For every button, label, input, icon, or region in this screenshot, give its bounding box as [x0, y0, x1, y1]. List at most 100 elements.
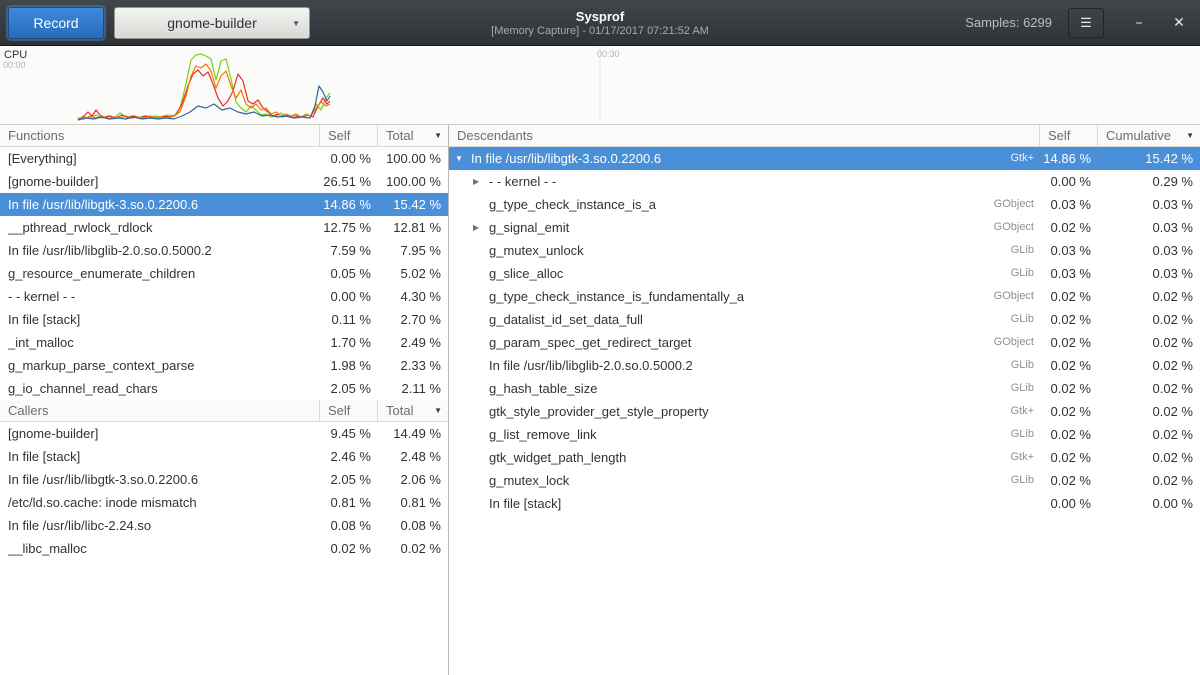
- cumulative-percent: 0.02 %: [1098, 331, 1200, 354]
- function-name: [gnome-builder]: [0, 170, 320, 193]
- self-percent: 0.00 %: [320, 147, 378, 170]
- self-percent: 0.00 %: [1040, 492, 1098, 515]
- time-tick-start: 00:00: [3, 60, 26, 70]
- column-header-total[interactable]: Total ▼: [378, 125, 448, 146]
- tree-row[interactable]: gtk_widget_path_lengthGtk+0.02 %0.02 %: [449, 446, 1200, 469]
- table-row[interactable]: [Everything]0.00 %100.00 %: [0, 147, 448, 170]
- tree-row[interactable]: g_datalist_id_set_data_fullGLib0.02 %0.0…: [449, 308, 1200, 331]
- tree-row[interactable]: gtk_style_provider_get_style_propertyGtk…: [449, 400, 1200, 423]
- table-row[interactable]: _int_malloc1.70 %2.49 %: [0, 331, 448, 354]
- tree-row[interactable]: g_list_remove_linkGLib0.02 %0.02 %: [449, 423, 1200, 446]
- column-header-self[interactable]: Self: [1040, 125, 1098, 146]
- self-percent: 0.02 %: [1040, 377, 1098, 400]
- tree-row[interactable]: ▶g_signal_emitGObject0.02 %0.03 %: [449, 216, 1200, 239]
- sort-indicator-icon: ▼: [1186, 131, 1194, 140]
- tree-row[interactable]: g_hash_table_sizeGLib0.02 %0.02 %: [449, 377, 1200, 400]
- total-percent: 2.11 %: [378, 377, 448, 400]
- self-percent: 0.02 %: [1040, 285, 1098, 308]
- column-label: Total: [386, 403, 413, 418]
- column-header-self[interactable]: Self: [320, 125, 378, 146]
- self-percent: 0.81 %: [320, 491, 378, 514]
- table-row[interactable]: /etc/ld.so.cache: inode mismatch0.81 %0.…: [0, 491, 448, 514]
- cumulative-percent: 0.02 %: [1098, 400, 1200, 423]
- descendants-header: Descendants Self Cumulative ▼: [449, 125, 1200, 147]
- self-percent: 0.02 %: [1040, 354, 1098, 377]
- column-label: Self: [1048, 128, 1070, 143]
- descendant-name-cell: In file [stack]: [449, 492, 1040, 515]
- table-row[interactable]: In file /usr/lib/libgtk-3.so.0.2200.6 2.0…: [0, 468, 448, 491]
- descendant-name-cell: gtk_style_provider_get_style_propertyGtk…: [449, 400, 1040, 423]
- column-header-self[interactable]: Self: [320, 400, 378, 421]
- table-row[interactable]: In file [stack]0.11 %2.70 %: [0, 308, 448, 331]
- category-label: Gtk+: [1010, 446, 1040, 469]
- table-row[interactable]: In file /usr/lib/libc-2.24.so0.08 %0.08 …: [0, 514, 448, 537]
- total-percent: 2.06 %: [378, 468, 448, 491]
- cumulative-percent: 0.03 %: [1098, 262, 1200, 285]
- tree-row[interactable]: g_type_check_instance_is_fundamentally_a…: [449, 285, 1200, 308]
- table-row[interactable]: In file /usr/lib/libglib-2.0.so.0.5000.2…: [0, 239, 448, 262]
- table-row[interactable]: In file /usr/lib/libgtk-3.so.0.2200.614.…: [0, 193, 448, 216]
- column-header-descendants[interactable]: Descendants: [449, 125, 1040, 146]
- total-percent: 0.02 %: [378, 537, 448, 560]
- tree-row[interactable]: g_mutex_lockGLib0.02 %0.02 %: [449, 469, 1200, 492]
- tree-row[interactable]: ▼In file /usr/lib/libgtk-3.so.0.2200.6Gt…: [449, 147, 1200, 170]
- minimize-button[interactable]: –: [1126, 10, 1152, 36]
- process-selector-dropdown[interactable]: gnome-builder ▼: [114, 7, 310, 39]
- expander-collapsed-icon[interactable]: ▶: [473, 216, 489, 239]
- cumulative-percent: 0.02 %: [1098, 285, 1200, 308]
- total-percent: 2.33 %: [378, 354, 448, 377]
- descendant-name: g_type_check_instance_is_a: [489, 193, 656, 216]
- table-row[interactable]: __pthread_rwlock_rdlock12.75 %12.81 %: [0, 216, 448, 239]
- function-name: In file [stack]: [0, 445, 320, 468]
- close-button[interactable]: ✕: [1166, 10, 1192, 36]
- total-percent: 15.42 %: [378, 193, 448, 216]
- table-row[interactable]: g_markup_parse_context_parse1.98 %2.33 %: [0, 354, 448, 377]
- self-percent: 0.02 %: [1040, 446, 1098, 469]
- table-row[interactable]: [gnome-builder]9.45 %14.49 %: [0, 422, 448, 445]
- category-label: GObject: [994, 331, 1040, 354]
- column-header-total[interactable]: Total ▼: [378, 400, 448, 421]
- table-row[interactable]: __libc_malloc0.02 %0.02 %: [0, 537, 448, 560]
- column-header-callers[interactable]: Callers: [0, 400, 320, 421]
- cpu-timeline[interactable]: CPU 00:00 00:30: [0, 46, 1200, 125]
- expander-expanded-icon[interactable]: ▼: [455, 147, 471, 170]
- self-percent: 0.02 %: [1040, 331, 1098, 354]
- self-percent: 0.05 %: [320, 262, 378, 285]
- sort-indicator-icon: ▼: [434, 406, 442, 415]
- function-name: In file /usr/lib/libgtk-3.so.0.2200.6: [0, 468, 320, 491]
- self-percent: 1.70 %: [320, 331, 378, 354]
- hamburger-menu-button[interactable]: ☰: [1068, 8, 1104, 38]
- descendant-name: g_signal_emit: [489, 216, 569, 239]
- descendant-name-cell: ▶- - kernel - -: [449, 170, 1040, 193]
- tree-row[interactable]: ▶- - kernel - -0.00 %0.29 %: [449, 170, 1200, 193]
- self-percent: 12.75 %: [320, 216, 378, 239]
- expander-collapsed-icon[interactable]: ▶: [473, 170, 489, 193]
- functions-header: Functions Self Total ▼: [0, 125, 448, 147]
- record-button[interactable]: Record: [8, 7, 104, 39]
- table-row[interactable]: [gnome-builder]26.51 %100.00 %: [0, 170, 448, 193]
- descendant-name: g_mutex_lock: [489, 469, 569, 492]
- tree-row[interactable]: g_slice_allocGLib0.03 %0.03 %: [449, 262, 1200, 285]
- cumulative-percent: 0.02 %: [1098, 469, 1200, 492]
- column-header-functions[interactable]: Functions: [0, 125, 320, 146]
- function-name: In file /usr/lib/libglib-2.0.so.0.5000.2: [0, 239, 320, 262]
- descendant-name-cell: g_slice_allocGLib: [449, 262, 1040, 285]
- table-row[interactable]: In file [stack]2.46 %2.48 %: [0, 445, 448, 468]
- window-subtitle: [Memory Capture] - 01/17/2017 07:21:52 A…: [491, 25, 709, 37]
- descendant-name-cell: gtk_widget_path_lengthGtk+: [449, 446, 1040, 469]
- tree-row[interactable]: In file /usr/lib/libglib-2.0.so.0.5000.2…: [449, 354, 1200, 377]
- tree-row[interactable]: g_mutex_unlockGLib0.03 %0.03 %: [449, 239, 1200, 262]
- tree-row[interactable]: g_param_spec_get_redirect_targetGObject0…: [449, 331, 1200, 354]
- table-row[interactable]: - - kernel - -0.00 %4.30 %: [0, 285, 448, 308]
- tree-row[interactable]: g_type_check_instance_is_aGObject0.03 %0…: [449, 193, 1200, 216]
- cumulative-percent: 0.02 %: [1098, 354, 1200, 377]
- table-row[interactable]: g_io_channel_read_chars2.05 %2.11 %: [0, 377, 448, 400]
- function-name: In file [stack]: [0, 308, 320, 331]
- process-selector-label: gnome-builder: [167, 15, 257, 31]
- tree-row[interactable]: In file [stack]0.00 %0.00 %: [449, 492, 1200, 515]
- category-label: GLib: [1011, 469, 1040, 492]
- table-row[interactable]: g_resource_enumerate_children0.05 %5.02 …: [0, 262, 448, 285]
- column-header-cumulative[interactable]: Cumulative ▼: [1098, 125, 1200, 146]
- cumulative-percent: 0.29 %: [1098, 170, 1200, 193]
- right-pane: Descendants Self Cumulative ▼ ▼In file /…: [449, 125, 1200, 675]
